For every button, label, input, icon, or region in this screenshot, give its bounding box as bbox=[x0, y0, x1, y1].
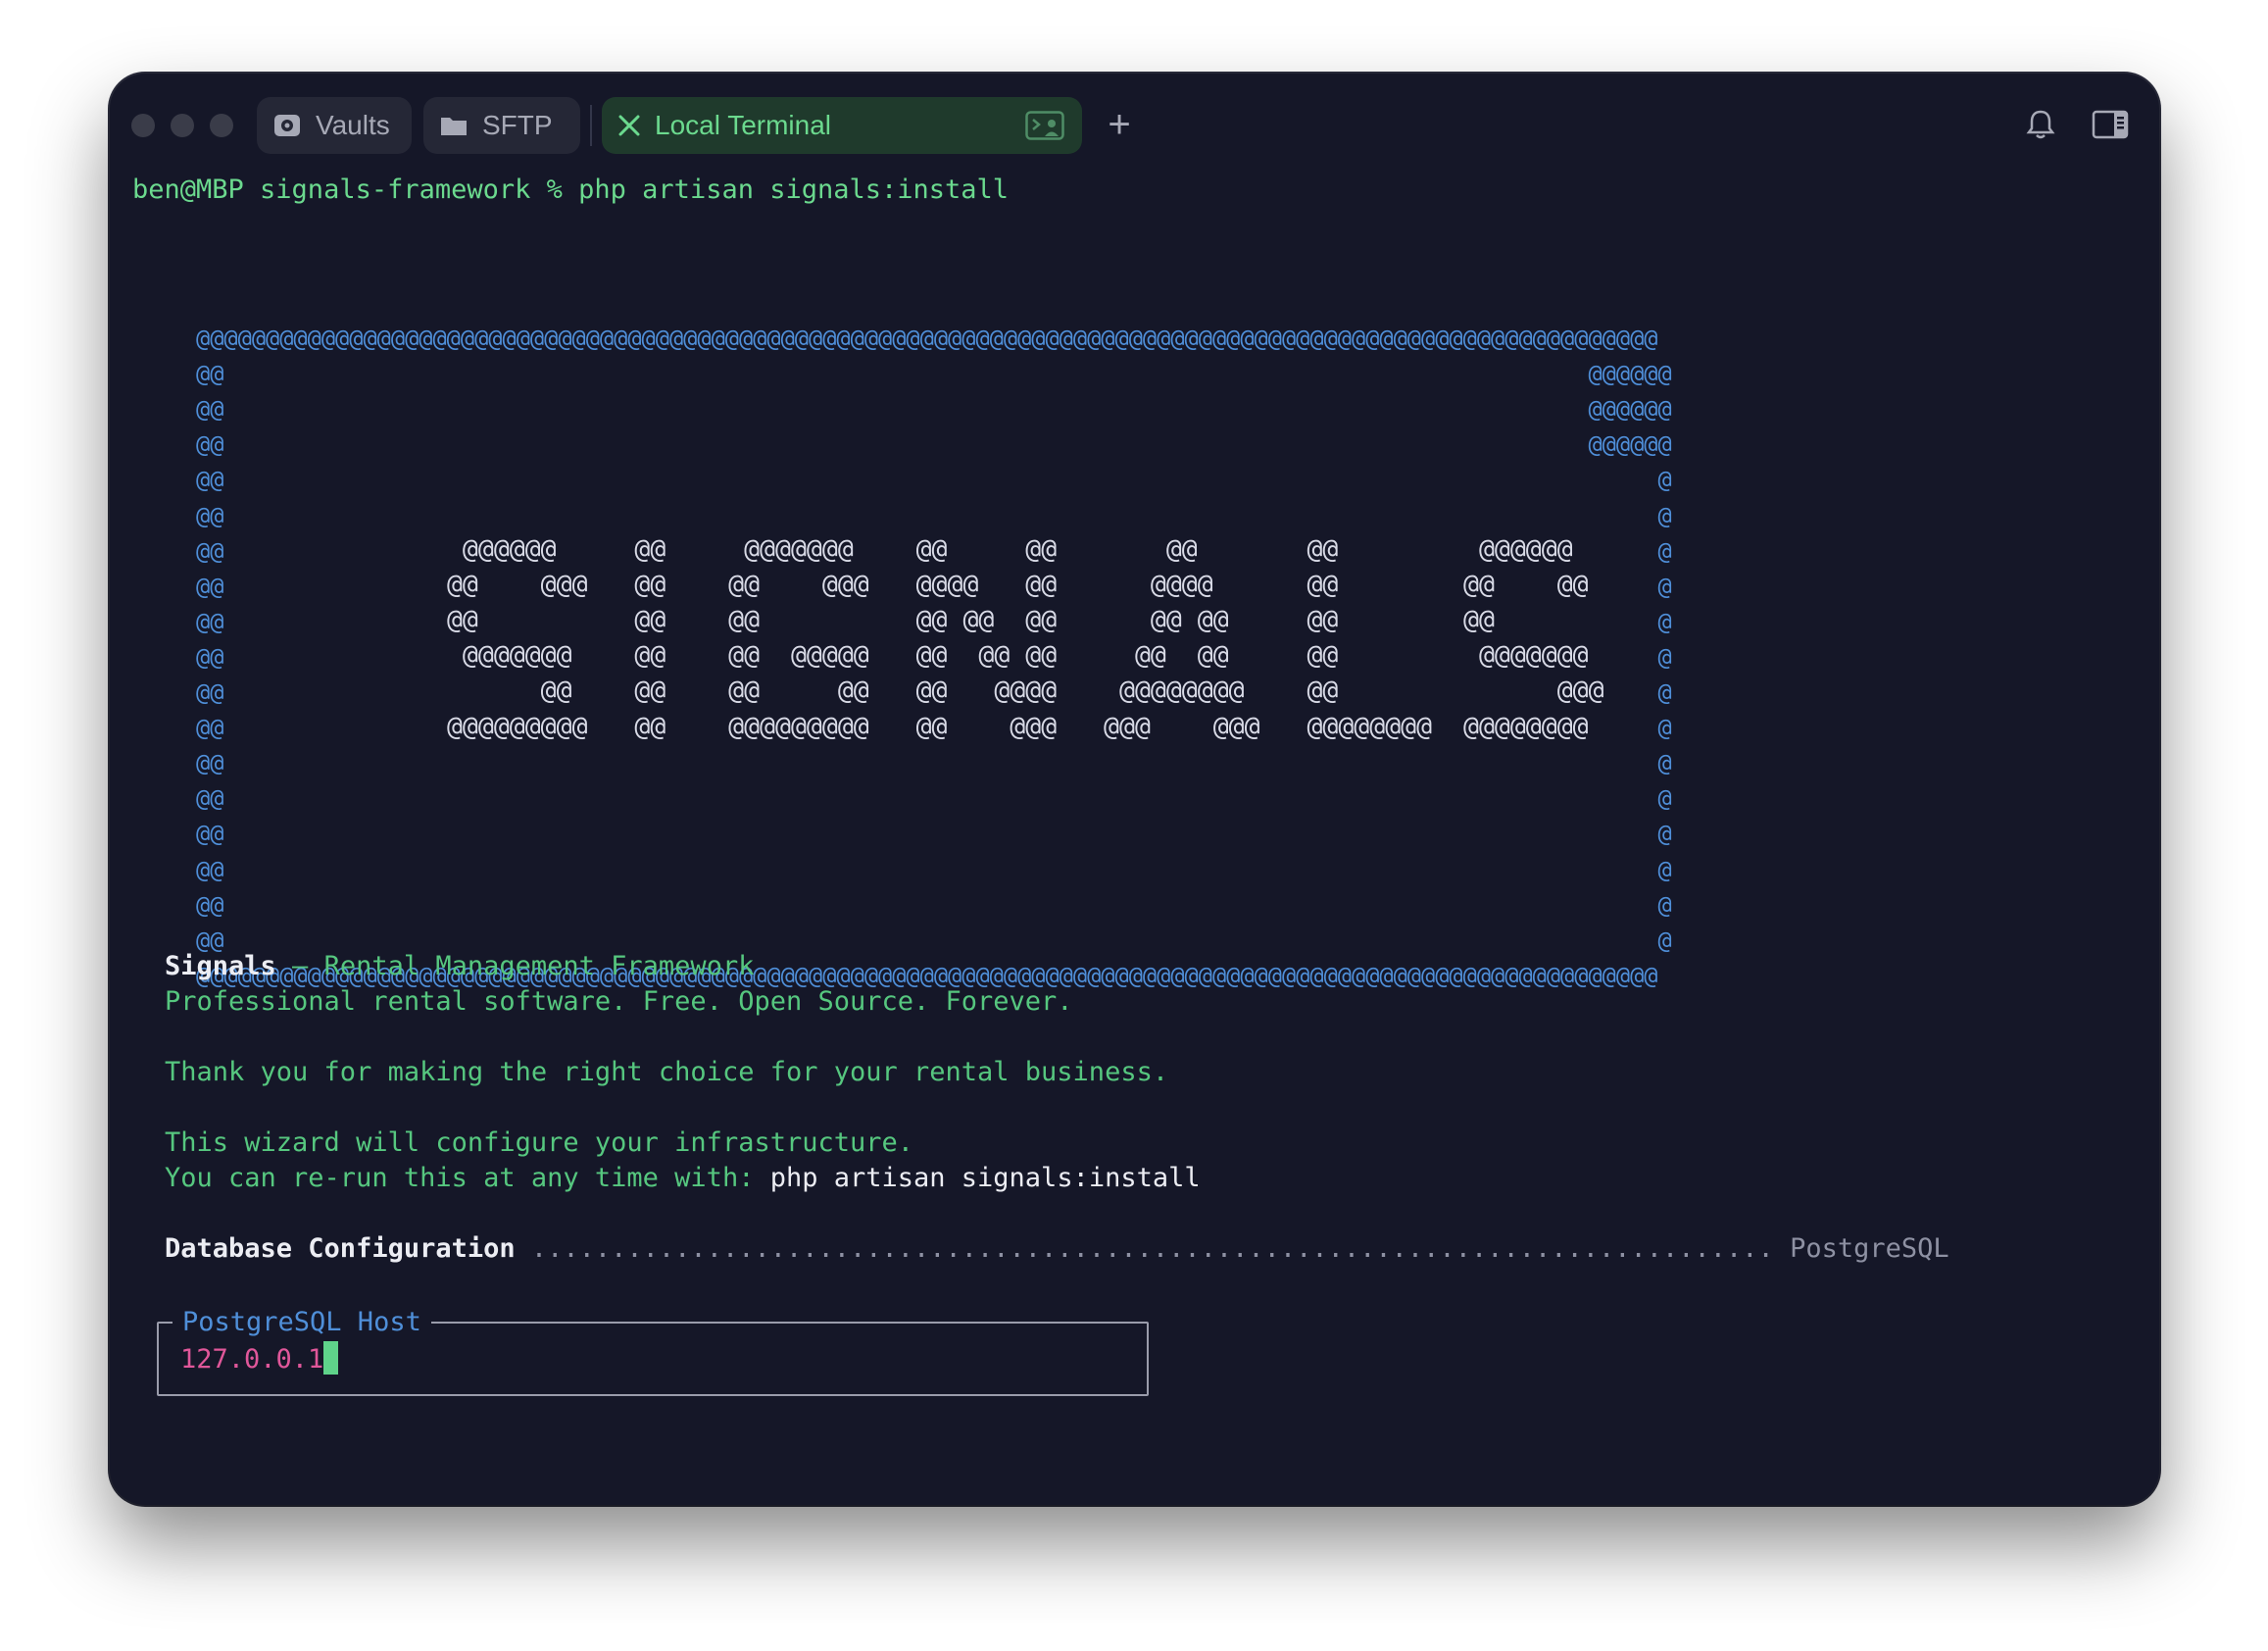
ascii-logo-line: @@@@@@ @@ @@@@@@@ @@ @@ @@ @@ @@@@@@ bbox=[431, 534, 1573, 565]
minimize-window-button[interactable] bbox=[171, 114, 194, 137]
ascii-frame-line: @@ @@@@@@ bbox=[196, 360, 1672, 388]
ascii-logo-line: @@ @@ @@ @@ @@ @@@@ @@@@@@@@ @@ @@@ bbox=[431, 675, 1604, 707]
postgresql-host-text: 127.0.0.1 bbox=[180, 1344, 324, 1375]
zoom-window-button[interactable] bbox=[210, 114, 233, 137]
signals-subtitle: — Rental Management Framework bbox=[275, 951, 755, 981]
ascii-logo-line: @@@@@@@@@ @@ @@@@@@@@@ @@ @@@ @@@ @@@ @@… bbox=[431, 711, 1589, 742]
ascii-frame-line: @@ @ bbox=[196, 784, 1672, 813]
rerun-message: You can re-run this at any time with: ph… bbox=[165, 1161, 1201, 1196]
text-cursor bbox=[323, 1341, 339, 1375]
ascii-logo-line: @@ @@ @@ @@ @@ @@ @@ @@ @@ @@ bbox=[431, 605, 1495, 636]
db-config-value: PostgreSQL bbox=[1790, 1233, 1949, 1264]
thanks-message: Thank you for making the right choice fo… bbox=[165, 1057, 1169, 1087]
tab-sftp[interactable]: SFTP bbox=[423, 97, 580, 154]
tab-local-terminal[interactable]: Local Terminal bbox=[602, 97, 1082, 154]
ascii-logo-line: @@ @@@ @@ @@ @@@ @@@@ @@ @@@@ @@ @@ @@ bbox=[431, 570, 1589, 601]
wizard-message: This wizard will configure your infrastr… bbox=[165, 1127, 914, 1158]
new-tab-button[interactable]: + bbox=[1098, 103, 1141, 146]
title-bar: Vaults SFTP Local Terminal + bbox=[110, 74, 2159, 177]
signals-heading: Signals — Rental Management Framework bbox=[165, 949, 754, 984]
rerun-prefix: You can re-run this at any time with: bbox=[165, 1163, 770, 1193]
ascii-frame-line: @@ @@@@@@ bbox=[196, 395, 1672, 424]
command-prompt: ben@MBP signals-framework % php artisan … bbox=[132, 175, 1010, 205]
tab-label: Vaults bbox=[316, 110, 390, 140]
ascii-frame-line: @@ @ bbox=[196, 501, 1672, 529]
ascii-frame-line: @@ @ bbox=[196, 855, 1672, 883]
ascii-logo-line: @@@@@@@ @@ @@ @@@@@ @@ @@ @@ @@ @@ @@ @@… bbox=[431, 640, 1589, 672]
sidebar-toggle-icon[interactable] bbox=[2089, 105, 2132, 144]
terminal-window: Vaults SFTP Local Terminal + ben@MBP sig… bbox=[110, 74, 2159, 1505]
tab-label: SFTP bbox=[482, 110, 553, 140]
db-config-label: Database Configuration bbox=[165, 1233, 516, 1264]
db-config-dots: ........................................… bbox=[515, 1233, 1791, 1264]
close-icon[interactable] bbox=[617, 114, 641, 137]
close-window-button[interactable] bbox=[131, 114, 155, 137]
tab-label: Local Terminal bbox=[655, 110, 832, 140]
folder-icon bbox=[439, 113, 468, 138]
tab-divider bbox=[590, 105, 592, 146]
rerun-command: php artisan signals:install bbox=[769, 1163, 1201, 1193]
ascii-frame-line: @@ @ bbox=[196, 749, 1672, 777]
ascii-frame-line: @@ @ bbox=[196, 890, 1672, 919]
bell-icon[interactable] bbox=[2021, 105, 2060, 144]
postgresql-host-value[interactable]: 127.0.0.1 bbox=[180, 1341, 339, 1377]
ascii-frame-line: @@ @@@@@@ bbox=[196, 430, 1672, 459]
ascii-frame-line: @@@@@@@@@@@@@@@@@@@@@@@@@@@@@@@@@@@@@@@@… bbox=[196, 325, 1658, 352]
terminal-user-icon bbox=[1025, 111, 1064, 147]
signals-title: Signals bbox=[165, 951, 276, 981]
database-configuration-row: Database Configuration .................… bbox=[165, 1231, 1949, 1267]
postgresql-host-label: PostgreSQL Host bbox=[173, 1305, 431, 1340]
tagline: Professional rental software. Free. Open… bbox=[165, 986, 1073, 1017]
vault-icon bbox=[272, 111, 302, 140]
ascii-frame-line: @@ @ bbox=[196, 820, 1672, 848]
ascii-frame-line: @@ @ bbox=[196, 466, 1672, 494]
tab-vaults[interactable]: Vaults bbox=[257, 97, 412, 154]
